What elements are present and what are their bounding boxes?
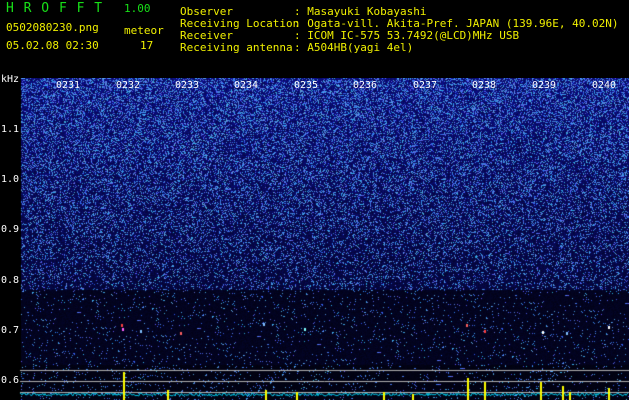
x-tick-0232: 0232: [116, 80, 141, 91]
x-tick-0237: 0237: [413, 80, 438, 91]
x-tick-0236: 0236: [353, 80, 378, 91]
y-tick-0.6: 0.6: [1, 375, 20, 386]
app-version: 1.00: [124, 2, 151, 15]
x-tick-0233: 0233: [175, 80, 200, 91]
antenna-key: Receiving antenna: [180, 41, 293, 54]
x-tick-0234: 0234: [234, 80, 259, 91]
header-panel: H R O F F T 1.00 0502080230.png meteor 0…: [0, 0, 629, 78]
y-tick-0.9: 0.9: [1, 224, 20, 235]
antenna-value: : A504HB(yagi 4el): [294, 41, 414, 54]
x-tick-0240: 0240: [592, 80, 617, 91]
spectrogram: [0, 78, 629, 400]
file-datetime: 05.02.08 02:30: [6, 39, 99, 52]
x-tick-0239: 0239: [532, 80, 557, 91]
meteor-label: meteor: [124, 24, 164, 37]
meteor-count: 17: [140, 39, 154, 52]
y-tick-0.7: 0.7: [1, 325, 20, 336]
y-tick-0.8: 0.8: [1, 275, 20, 286]
x-tick-0238: 0238: [472, 80, 497, 91]
x-tick-0231: 0231: [56, 80, 81, 91]
app-name: H R O F F T: [6, 1, 104, 16]
file-name: 0502080230.png: [6, 21, 99, 34]
x-tick-0235: 0235: [294, 80, 319, 91]
y-axis-unit: kHz: [1, 74, 20, 85]
y-tick-1.1: 1.1: [1, 124, 20, 135]
y-tick-1.0: 1.0: [1, 174, 20, 185]
